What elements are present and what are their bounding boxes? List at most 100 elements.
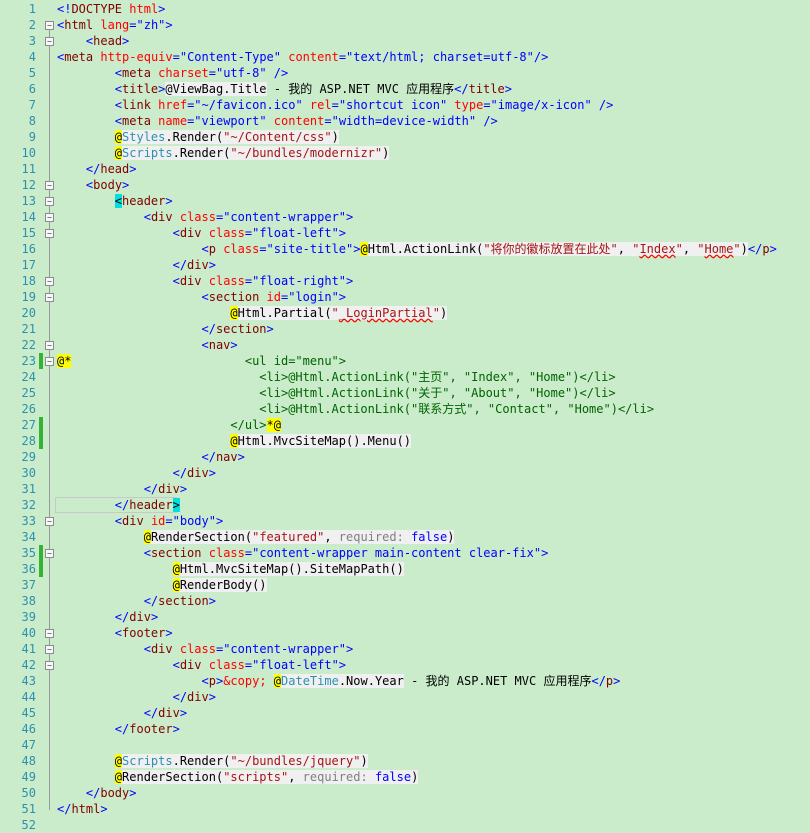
- code-text[interactable]: <link href="~/favicon.ico" rel="shortcut…: [57, 97, 614, 113]
- code-text[interactable]: </div>: [57, 705, 187, 721]
- code-editor[interactable]: 1 <!DOCTYPE html> 2− <html lang="zh"> 3− <he…: [0, 0, 810, 832]
- code-text[interactable]: @Scripts.Render("~/bundles/modernizr"): [57, 145, 390, 161]
- code-text[interactable]: </div>: [57, 609, 158, 625]
- collapse-icon[interactable]: −: [45, 213, 54, 222]
- code-text[interactable]: @RenderBody(): [57, 577, 267, 593]
- code-text[interactable]: </div>: [57, 257, 216, 273]
- code-text[interactable]: <li>@Html.ActionLink("主页", "Index", "Hom…: [57, 369, 615, 385]
- code-line[interactable]: 22− <nav>: [0, 337, 810, 353]
- code-text[interactable]: @Html.MvcSiteMap().SiteMapPath(): [57, 561, 404, 577]
- code-text[interactable]: <div class="float-right">: [57, 273, 354, 289]
- code-text[interactable]: <div class="content-wrapper">: [57, 209, 354, 225]
- code-text[interactable]: <li>@Html.ActionLink("联系方式", "Contact", …: [57, 401, 654, 417]
- code-text[interactable]: @* <ul id="menu">: [57, 353, 346, 369]
- code-line[interactable]: 51 </html>: [0, 801, 810, 817]
- code-text[interactable]: </div>: [57, 689, 216, 705]
- code-line[interactable]: 4 <meta http-equiv="Content-Type" content…: [0, 49, 810, 65]
- code-line[interactable]: 33− <div id="body">: [0, 513, 810, 529]
- code-text[interactable]: </nav>: [57, 449, 245, 465]
- code-line[interactable]: 49 @RenderSection("scripts", required: f…: [0, 769, 810, 785]
- collapse-icon[interactable]: −: [45, 341, 54, 350]
- code-text[interactable]: </section>: [57, 593, 216, 609]
- code-line[interactable]: 50 </body>: [0, 785, 810, 801]
- code-line[interactable]: 34 @RenderSection("featured", required: …: [0, 529, 810, 545]
- code-line[interactable]: 35− <section class="content-wrapper main…: [0, 545, 810, 561]
- code-line[interactable]: 37 @RenderBody(): [0, 577, 810, 593]
- code-line[interactable]: 17 </div>: [0, 257, 810, 273]
- code-text[interactable]: <body>: [57, 177, 129, 193]
- collapse-icon[interactable]: −: [45, 293, 54, 302]
- code-line[interactable]: 21 </section>: [0, 321, 810, 337]
- code-text[interactable]: @RenderSection("featured", required: fal…: [57, 529, 455, 545]
- collapse-icon[interactable]: −: [45, 549, 54, 558]
- collapse-icon[interactable]: −: [45, 629, 54, 638]
- code-text[interactable]: @Html.MvcSiteMap().Menu(): [57, 433, 412, 449]
- code-line[interactable]: 48 @Scripts.Render("~/bundles/jquery"): [0, 753, 810, 769]
- code-text[interactable]: </footer>: [57, 721, 180, 737]
- code-line[interactable]: 30 </div>: [0, 465, 810, 481]
- code-text[interactable]: <div id="body">: [57, 513, 223, 529]
- code-line[interactable]: 42− <div class="float-left">: [0, 657, 810, 673]
- code-text[interactable]: @Styles.Render("~/Content/css"): [57, 129, 339, 145]
- collapse-icon[interactable]: −: [45, 197, 54, 206]
- code-text[interactable]: <div class="float-left">: [57, 657, 346, 673]
- collapse-icon[interactable]: −: [45, 277, 54, 286]
- collapse-icon[interactable]: −: [45, 645, 54, 654]
- code-line[interactable]: 13− <header>: [0, 193, 810, 209]
- collapse-icon[interactable]: −: [45, 181, 54, 190]
- code-text[interactable]: </ul>*@: [57, 417, 281, 433]
- code-line[interactable]: 45 </div>: [0, 705, 810, 721]
- code-line[interactable]: 28 @Html.MvcSiteMap().Menu(): [0, 433, 810, 449]
- code-line[interactable]: 7 <link href="~/favicon.ico" rel="shortc…: [0, 97, 810, 113]
- code-line[interactable]: 5 <meta charset="utf-8" />: [0, 65, 810, 81]
- code-text[interactable]: <header>: [57, 193, 173, 209]
- code-line[interactable]: 12− <body>: [0, 177, 810, 193]
- code-line[interactable]: 9 @Styles.Render("~/Content/css"): [0, 129, 810, 145]
- code-text[interactable]: <p class="site-title">@Html.ActionLink("…: [57, 241, 777, 257]
- code-text[interactable]: <title>@ViewBag.Title - 我的 ASP.NET MVC 应…: [57, 81, 512, 97]
- code-line[interactable]: 14− <div class="content-wrapper">: [0, 209, 810, 225]
- code-line[interactable]: 43 <p>&copy; @DateTime.Now.Year - 我的 ASP…: [0, 673, 810, 689]
- code-text[interactable]: <meta http-equiv="Content-Type" content=…: [57, 49, 548, 65]
- code-line[interactable]: 52: [0, 817, 810, 833]
- code-text[interactable]: <li>@Html.ActionLink("关于", "About", "Hom…: [57, 385, 615, 401]
- code-text[interactable]: </div>: [57, 465, 216, 481]
- code-line[interactable]: 1 <!DOCTYPE html>: [0, 1, 810, 17]
- collapse-icon[interactable]: −: [45, 517, 54, 526]
- code-line[interactable]: 31 </div>: [0, 481, 810, 497]
- code-line[interactable]: 15− <div class="float-left">: [0, 225, 810, 241]
- code-line[interactable]: 39 </div>: [0, 609, 810, 625]
- code-line[interactable]: 36 @Html.MvcSiteMap().SiteMapPath(): [0, 561, 810, 577]
- code-line[interactable]: 25 <li>@Html.ActionLink("关于", "About", "…: [0, 385, 810, 401]
- code-line[interactable]: 6 <title>@ViewBag.Title - 我的 ASP.NET MVC…: [0, 81, 810, 97]
- code-line[interactable]: 2− <html lang="zh">: [0, 17, 810, 33]
- code-text[interactable]: <meta name="viewport" content="width=dev…: [57, 113, 498, 129]
- code-text[interactable]: </section>: [57, 321, 274, 337]
- code-line[interactable]: 20 @Html.Partial("_LoginPartial"): [0, 305, 810, 321]
- code-text[interactable]: <!DOCTYPE html>: [57, 1, 165, 17]
- code-text[interactable]: <nav>: [57, 337, 238, 353]
- collapse-icon[interactable]: −: [45, 661, 54, 670]
- code-text[interactable]: <div class="float-left">: [57, 225, 346, 241]
- collapse-icon[interactable]: −: [45, 229, 54, 238]
- code-text[interactable]: <head>: [57, 33, 129, 49]
- code-line[interactable]: 44 </div>: [0, 689, 810, 705]
- code-line[interactable]: 11 </head>: [0, 161, 810, 177]
- code-text[interactable]: @Scripts.Render("~/bundles/jquery"): [57, 753, 368, 769]
- code-line[interactable]: 32 </header>: [0, 497, 810, 513]
- code-text[interactable]: <p>&copy; @DateTime.Now.Year - 我的 ASP.NE…: [57, 673, 620, 689]
- code-line[interactable]: 46 </footer>: [0, 721, 810, 737]
- collapse-icon[interactable]: −: [45, 21, 54, 30]
- code-line[interactable]: 40− <footer>: [0, 625, 810, 641]
- code-line[interactable]: 19− <section id="login">: [0, 289, 810, 305]
- collapse-icon[interactable]: −: [45, 357, 54, 366]
- code-text[interactable]: </html>: [57, 801, 108, 817]
- code-line[interactable]: 16 <p class="site-title">@Html.ActionLin…: [0, 241, 810, 257]
- code-line[interactable]: 10 @Scripts.Render("~/bundles/modernizr"…: [0, 145, 810, 161]
- code-line[interactable]: 38 </section>: [0, 593, 810, 609]
- code-text[interactable]: </body>: [57, 785, 137, 801]
- code-text[interactable]: </div>: [57, 481, 187, 497]
- code-text[interactable]: </head>: [57, 161, 137, 177]
- code-line[interactable]: 24 <li>@Html.ActionLink("主页", "Index", "…: [0, 369, 810, 385]
- code-text[interactable]: <meta charset="utf-8" />: [57, 65, 288, 81]
